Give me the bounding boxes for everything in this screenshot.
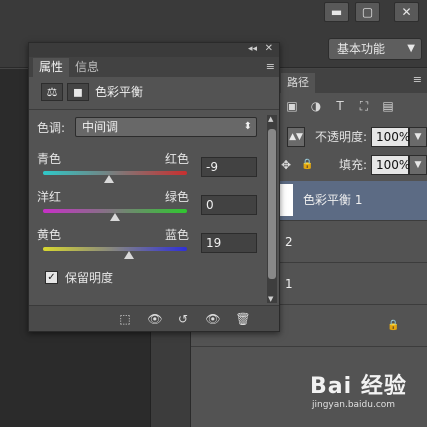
opacity-label: 不透明度: [315, 130, 368, 144]
slider-right-label: 红色 [165, 152, 190, 166]
image-filter-icon[interactable]: ▣ [285, 99, 299, 113]
adjustment-title: 色彩平衡 [95, 85, 144, 99]
text-filter-icon[interactable]: T [333, 99, 347, 113]
workspace-selector[interactable]: 基本功能 ▼ [328, 38, 422, 60]
properties-footer: ⬚ 👁 ↺ 👁 🗑 [29, 305, 279, 331]
divider [29, 109, 279, 110]
restore-button[interactable]: ▢ [355, 2, 380, 22]
scroll-thumb[interactable] [268, 129, 276, 279]
close-window-button[interactable]: ✕ [394, 2, 419, 22]
chevron-down-icon: ▼ [407, 43, 415, 54]
tone-value: 中间调 [82, 120, 119, 134]
properties-tab-row: 属性 信息 ≡ [29, 57, 279, 77]
preserve-luminosity-label: 保留明度 [65, 271, 114, 285]
panel-menu-icon[interactable]: ≡ [266, 60, 275, 73]
slider-value-field[interactable]: 19 [201, 233, 257, 253]
clip-to-layer-icon[interactable]: ⬚ [117, 311, 133, 327]
scroll-up-icon[interactable]: ▲ [268, 115, 273, 123]
slider-magenta-green: 洋红 绿色 0 [37, 189, 261, 229]
slider-left-label: 黄色 [37, 228, 62, 242]
mask-icon[interactable]: ◼ [67, 83, 89, 101]
view-previous-state-icon[interactable]: 👁 [147, 311, 163, 327]
lock-icon[interactable]: 🔒 [301, 155, 313, 175]
scrollbar[interactable]: ▲ ▼ [267, 115, 277, 303]
fill-label: 填充: [339, 158, 368, 172]
opacity-dropdown[interactable]: ▼ [409, 127, 427, 147]
slider-left-label: 青色 [37, 152, 62, 166]
collapse-icon[interactable]: ◂◂ [248, 44, 257, 54]
tab-properties[interactable]: 属性 [33, 58, 70, 77]
visibility-icon[interactable]: 👁 [205, 311, 221, 327]
slider-yellow-blue: 黄色 蓝色 19 [37, 227, 261, 267]
slider-track[interactable] [43, 171, 187, 175]
panel-menu-icon[interactable]: ≡ [413, 73, 422, 86]
fill-field[interactable]: 100% [371, 155, 410, 175]
layer-thumbnail [279, 184, 293, 216]
layer-lock-icon: 🔒 [387, 320, 400, 331]
tone-row: 色调: 中间调 ⬍ [37, 117, 271, 139]
slider-value-field[interactable]: -9 [201, 157, 257, 177]
slider-right-label: 绿色 [165, 190, 190, 204]
fill-dropdown[interactable]: ▼ [409, 155, 427, 175]
slider-right-label: 蓝色 [165, 228, 190, 242]
close-icon[interactable]: ✕ [265, 43, 273, 54]
tone-dropdown[interactable]: 中间调 ⬍ [75, 117, 257, 137]
slider-value-field[interactable]: 0 [201, 195, 257, 215]
minimize-button[interactable]: ▬ [324, 2, 349, 22]
adjustment-filter-icon[interactable]: ◑ [309, 99, 323, 113]
canvas-divider [150, 330, 190, 427]
move-icon[interactable]: ✥ [281, 155, 291, 175]
baidu-watermark: Bai 经验 jingyan.baidu.com [298, 368, 424, 420]
preserve-luminosity-row: ✓ 保留明度 [45, 269, 225, 287]
blend-mode-dropdown[interactable]: ▲▼ [287, 127, 305, 147]
reset-icon[interactable]: ↺ [175, 311, 191, 327]
layer-name: 2 [285, 235, 293, 249]
smart-object-filter-icon[interactable]: ▤ [381, 99, 395, 113]
layer-name: 色彩平衡 1 [303, 193, 363, 207]
properties-panel: ◂◂ ✕ 属性 信息 ≡ ⚖ ◼ 色彩平衡 色调: 中间调 ⬍ 青色 红色 -9… [28, 42, 280, 332]
slider-thumb[interactable] [123, 251, 134, 259]
slider-left-label: 洋红 [37, 190, 62, 204]
trash-icon[interactable]: 🗑 [235, 311, 251, 327]
slider-thumb[interactable] [110, 213, 120, 221]
app-titlebar: ▬ ▢ ✕ [0, 0, 427, 28]
watermark-url: jingyan.baidu.com [312, 400, 396, 410]
tone-label: 色调: [37, 121, 66, 135]
slider-track[interactable] [43, 247, 187, 251]
slider-thumb[interactable] [103, 175, 114, 183]
balance-scale-icon[interactable]: ⚖ [41, 83, 63, 101]
tab-paths[interactable]: 路径 [281, 73, 315, 93]
tab-info[interactable]: 信息 [69, 58, 105, 77]
slider-cyan-red: 青色 红色 -9 [37, 151, 261, 191]
workspace-label: 基本功能 [337, 42, 386, 56]
adjustment-header: ⚖ ◼ 色彩平衡 [37, 81, 271, 105]
scroll-down-icon[interactable]: ▼ [268, 295, 273, 303]
opacity-field[interactable]: 100% [371, 127, 410, 147]
watermark-logo: Bai 经验 [310, 374, 407, 399]
shape-filter-icon[interactable]: ⛶ [357, 99, 371, 113]
preserve-luminosity-checkbox[interactable]: ✓ [45, 271, 58, 284]
dropdown-arrow-icon: ⬍ [243, 121, 252, 132]
panel-titlebar[interactable]: ◂◂ ✕ [29, 43, 279, 57]
layer-name: 1 [285, 277, 293, 291]
